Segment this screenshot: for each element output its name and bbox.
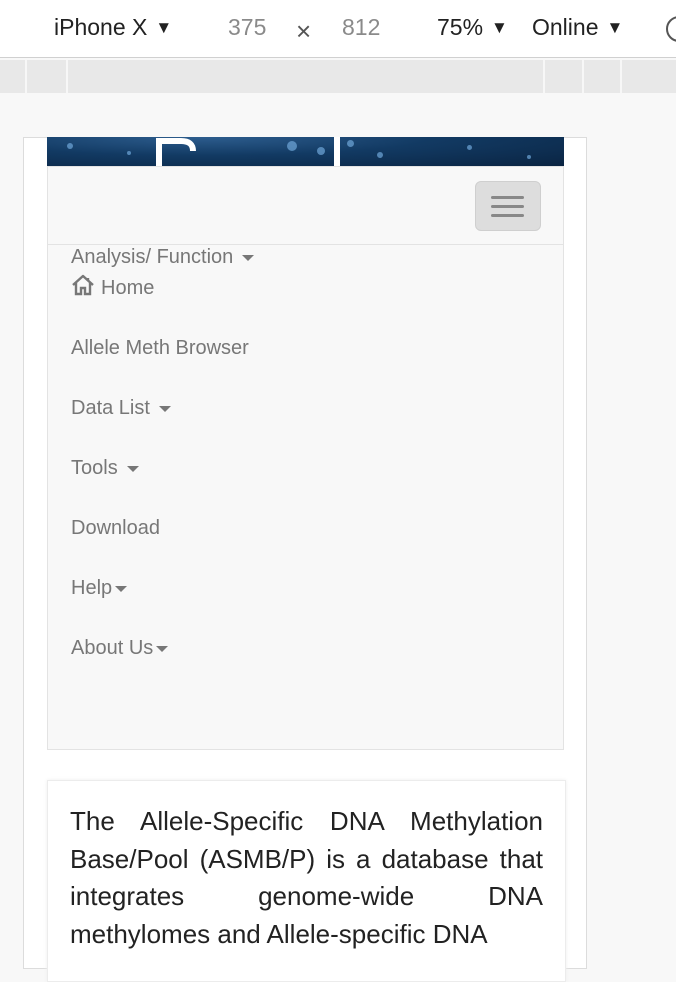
device-dropdown-icon: ▼ xyxy=(155,18,173,37)
hamburger-icon xyxy=(491,196,524,199)
caret-down-icon xyxy=(156,645,169,652)
nav-item-label: Analysis/ Function xyxy=(71,246,234,268)
banner-decoration xyxy=(527,155,531,159)
caret-down-icon xyxy=(242,254,255,261)
caret-down-icon xyxy=(158,405,171,412)
nav-item-label: Data List xyxy=(71,397,150,419)
intro-text: The Allele-Specific DNA Methylation Base… xyxy=(70,806,543,949)
media-query-segment[interactable] xyxy=(66,60,68,93)
nav-menu-rest: Analysis/ Function Allele Meth Browser D… xyxy=(48,246,255,678)
nav-item-allele-meth-browser[interactable]: Allele Meth Browser xyxy=(48,318,249,378)
nav-item-label: Download xyxy=(71,517,160,539)
caret-down-icon xyxy=(126,465,139,472)
rotate-icon[interactable] xyxy=(666,16,676,42)
device-select-label: iPhone X xyxy=(54,14,148,40)
nav-item-tools[interactable]: Tools xyxy=(48,438,249,498)
network-dropdown-icon: ▼ xyxy=(606,18,624,37)
zoom-select[interactable]: 75% ▼ xyxy=(437,14,508,41)
device-toolbar: iPhone X ▼ 375 × 812 75% ▼ Online ▼ xyxy=(0,0,676,58)
media-query-segment[interactable] xyxy=(25,60,27,93)
media-query-segment[interactable] xyxy=(620,60,622,93)
device-viewport: Home Analysis/ Function Allele Meth Brow… xyxy=(23,137,587,982)
nav-item-download[interactable]: Download xyxy=(48,498,249,558)
nav-item-help[interactable]: Help xyxy=(48,558,249,618)
banner-decoration xyxy=(127,151,131,155)
nav-item-label: Help xyxy=(71,577,113,599)
navbar: Home Analysis/ Function Allele Meth Brow… xyxy=(47,166,564,750)
caret-down-icon xyxy=(115,585,128,592)
device-select[interactable]: iPhone X ▼ xyxy=(54,14,172,41)
viewport-width-input[interactable]: 375 xyxy=(228,14,266,41)
nav-item-label: Allele Meth Browser xyxy=(71,337,249,359)
banner-decoration xyxy=(377,152,383,158)
hamburger-icon xyxy=(491,205,524,208)
media-query-segment[interactable] xyxy=(582,60,584,93)
network-throttle-select[interactable]: Online ▼ xyxy=(532,14,623,41)
banner-logo-text xyxy=(156,137,340,166)
viewport-height-input[interactable]: 812 xyxy=(342,14,380,41)
nav-item-label: Tools xyxy=(71,457,118,479)
dimension-separator-icon: × xyxy=(296,16,312,46)
banner-decoration xyxy=(67,143,73,149)
media-query-bar[interactable] xyxy=(0,60,676,93)
nav-item-analysis-function[interactable]: Analysis/ Function xyxy=(48,227,255,287)
zoom-dropdown-icon: ▼ xyxy=(491,18,508,37)
network-select-label: Online xyxy=(532,14,599,40)
banner-decoration xyxy=(467,145,472,150)
intro-panel: The Allele-Specific DNA Methylation Base… xyxy=(47,780,566,982)
hamburger-icon xyxy=(491,214,524,217)
nav-item-label: About Us xyxy=(71,637,154,659)
site-banner-image xyxy=(47,137,564,166)
nav-item-data-list[interactable]: Data List xyxy=(48,378,249,438)
nav-item-about-us[interactable]: About Us xyxy=(48,618,249,678)
zoom-select-label: 75% xyxy=(437,14,484,40)
media-query-segment[interactable] xyxy=(543,60,545,93)
navbar-toggle-button[interactable] xyxy=(475,181,541,231)
